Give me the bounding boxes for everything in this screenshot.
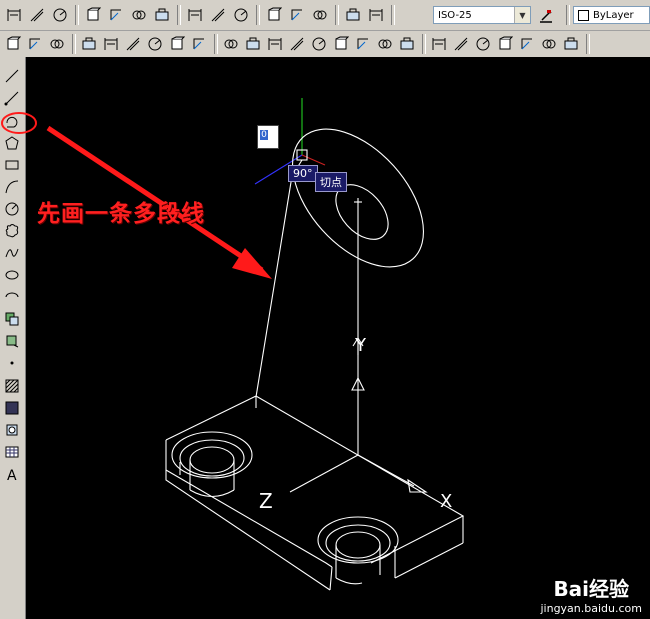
center-mark-icon[interactable]	[342, 5, 363, 26]
region-icon[interactable]	[3, 421, 21, 439]
slice-icon[interactable]	[265, 34, 284, 55]
section-icon[interactable]	[287, 34, 306, 55]
dim-linear-icon[interactable]	[3, 5, 24, 26]
subtract-icon[interactable]	[25, 34, 44, 55]
angle-tooltip: 90°	[288, 165, 318, 182]
ellipse-icon[interactable]	[3, 266, 21, 284]
dim-edit-icon[interactable]	[365, 5, 386, 26]
dim-style-select[interactable]: ISO-25 ▼	[433, 6, 531, 24]
cylinder-icon[interactable]	[123, 34, 142, 55]
revision-cloud-icon[interactable]	[3, 222, 21, 240]
union-icon[interactable]	[3, 34, 22, 55]
table-icon[interactable]	[3, 443, 21, 461]
dim-arc-icon[interactable]	[49, 5, 70, 26]
layer-value: ByLayer	[593, 9, 634, 21]
check-icon[interactable]	[429, 34, 448, 55]
watermark-brand: Bai经验	[553, 577, 630, 601]
svg-text:A: A	[7, 468, 17, 482]
sphere-icon[interactable]	[167, 34, 186, 55]
dynamic-input-field[interactable]: 0	[257, 125, 279, 149]
multiline-text-icon[interactable]: A	[3, 465, 21, 483]
watermark-url: jingyan.baidu.com	[540, 602, 642, 615]
ucs-view-icon[interactable]	[561, 34, 580, 55]
ucs-face-icon[interactable]	[517, 34, 536, 55]
intersect-icon[interactable]	[47, 34, 66, 55]
revolve-icon[interactable]	[243, 34, 262, 55]
dim-jogged-icon[interactable]	[128, 5, 149, 26]
x-axis-label: X	[440, 491, 453, 512]
dim-style-value: ISO-25	[438, 9, 472, 21]
separate-icon[interactable]	[353, 34, 372, 55]
dim-style-icon[interactable]	[535, 5, 556, 26]
ucs-world-icon[interactable]	[473, 34, 492, 55]
box-icon[interactable]	[79, 34, 98, 55]
chevron-down-icon[interactable]: ▼	[514, 7, 530, 23]
cone-icon[interactable]	[145, 34, 164, 55]
insert-block-icon[interactable]	[3, 310, 21, 328]
shell-icon[interactable]	[397, 34, 416, 55]
ucs-object-icon[interactable]	[539, 34, 558, 55]
hatch-icon[interactable]	[3, 377, 21, 395]
arc-icon[interactable]	[3, 178, 21, 196]
circle-icon[interactable]	[3, 200, 21, 218]
spline-icon[interactable]	[3, 244, 21, 262]
interfere-icon[interactable]	[309, 34, 328, 55]
polygon-icon[interactable]	[3, 134, 21, 152]
draw-toolbar: A	[0, 57, 26, 619]
ucs-icon[interactable]	[451, 34, 470, 55]
dim-radius-icon[interactable]	[105, 5, 126, 26]
dim-baseline-icon[interactable]	[230, 5, 251, 26]
z-axis-label: Z	[259, 489, 273, 513]
clean-icon[interactable]	[375, 34, 394, 55]
color-swatch	[578, 9, 589, 21]
torus-icon[interactable]	[189, 34, 208, 55]
rectangle-icon[interactable]	[3, 156, 21, 174]
imprint-icon[interactable]	[331, 34, 350, 55]
drawing-canvas[interactable]: 0 90° 切点 Y Z X 先画一条多段线 Bai经验 jingyan.bai…	[26, 57, 650, 619]
quick-dim-icon[interactable]	[207, 5, 228, 26]
dynamic-input-value: 0	[260, 130, 268, 140]
line-icon[interactable]	[3, 67, 21, 85]
solids-toolbar	[0, 31, 650, 58]
construction-line-icon[interactable]	[3, 89, 21, 107]
tolerance-icon[interactable]	[309, 5, 330, 26]
dim-ordinate-icon[interactable]	[82, 5, 103, 26]
watermark: Bai经验 jingyan.baidu.com	[540, 573, 642, 615]
point-icon[interactable]	[3, 354, 21, 372]
ucs-prev-icon[interactable]	[495, 34, 514, 55]
layer-select[interactable]: ByLayer	[573, 6, 650, 24]
extrude-icon[interactable]	[221, 34, 240, 55]
wedge-icon[interactable]	[101, 34, 120, 55]
ellipse-arc-icon[interactable]	[3, 288, 21, 306]
leader-icon[interactable]	[286, 5, 307, 26]
model-drawing	[46, 98, 465, 591]
dim-angular-icon[interactable]	[184, 5, 205, 26]
dim-continue-icon[interactable]	[263, 5, 284, 26]
make-block-icon[interactable]	[3, 332, 21, 350]
gradient-icon[interactable]	[3, 399, 21, 417]
annotation-text: 先画一条多段线	[37, 200, 205, 227]
dim-aligned-icon[interactable]	[26, 5, 47, 26]
dim-diameter-icon[interactable]	[151, 5, 172, 26]
highlight-circle	[1, 112, 37, 134]
dimension-toolbar: ISO-25 ▼ ByLayer	[0, 0, 650, 31]
snap-tooltip: 切点	[315, 172, 347, 192]
y-axis-label: Y	[355, 335, 366, 356]
